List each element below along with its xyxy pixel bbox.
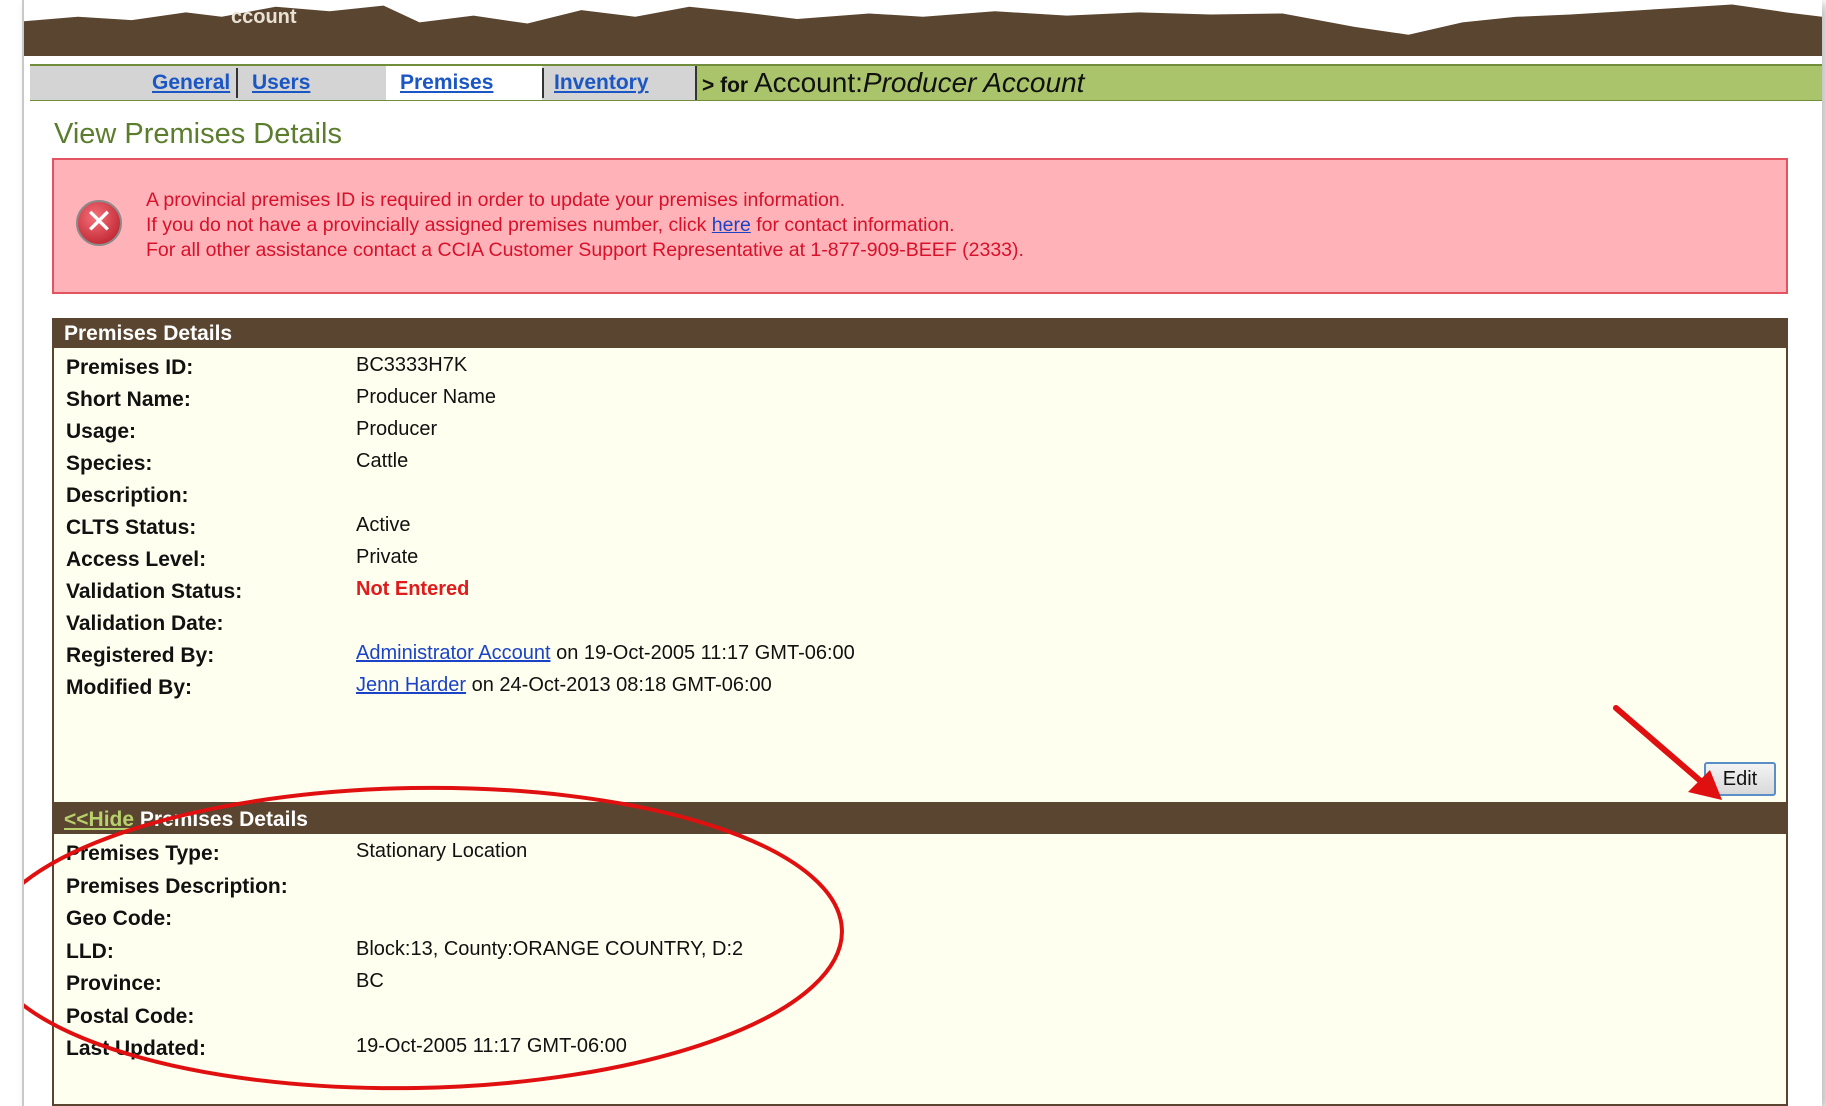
user-link[interactable]: Administrator Account [356,642,551,664]
detail-value: Jenn Harder on 24-Oct-2013 08:18 GMT-06:… [356,674,772,697]
detail-label: Validation Date: [66,612,224,635]
context-account-word: Account: [753,67,863,98]
error-message-box: ✕ A provincial premises ID is required i… [52,158,1788,294]
edit-button[interactable]: Edit [1704,762,1776,796]
detail-value: Active [356,514,411,536]
detail-label: Modified By: [66,676,192,699]
page-title: View Premises Details [54,118,342,150]
detail-label: Postal Code: [66,1004,195,1028]
panel-header-title: Premises Details [134,808,308,831]
tab-divider [236,68,238,98]
tab-general[interactable]: General [152,70,230,96]
premises-more-details-panel: <<Hide Premises Details Premises Type: St… [52,804,1788,1106]
premises-details-panel: Premises Details Premises ID: BC3333H7K Sh… [52,318,1788,804]
error-line-2-after: for contact information. [750,214,955,236]
detail-label: Short Name: [66,388,191,411]
detail-value: Producer Name [356,386,497,408]
detail-value: Stationary Location [356,840,528,862]
context-prefix: > for [702,74,749,97]
error-line-2-before: If you do not have a provincially assign… [146,214,712,236]
tab-premises[interactable]: Premises [400,70,493,96]
detail-value: Cattle [356,450,409,472]
detail-label: Access Level: [66,548,207,571]
detail-value-suffix: on 19-Oct-2005 11:17 GMT-06:00 [550,642,855,664]
panel-header: Premises Details [54,320,1786,348]
tab-bar: General Users Premises Inventory > for A… [30,64,1822,101]
detail-value-suffix: on 24-Oct-2013 08:18 GMT-06:00 [466,674,772,696]
detail-label: Validation Status: [66,580,243,603]
tab-inventory[interactable]: Inventory [554,70,649,96]
detail-label: Premises Type: [66,842,220,865]
detail-label: Last Updated: [66,1037,207,1060]
header-account-text: ccount [231,6,297,28]
detail-label: LLD: [66,939,114,963]
detail-label: Usage: [66,420,137,443]
tab-users[interactable]: Users [252,70,310,96]
detail-label: Premises Description: [66,874,288,898]
error-x-icon: ✕ [76,200,122,246]
contact-here-link[interactable]: here [712,214,751,236]
context-account-name: Producer Account [862,67,1085,98]
detail-value: BC [356,970,384,992]
account-context: > for Account:Producer Account [702,67,1085,98]
error-text: A provincial premises ID is required in … [146,188,1024,263]
panel-header: <<Hide Premises Details [54,806,1786,834]
detail-label: CLTS Status: [66,516,197,539]
detail-label: Province: [66,972,162,995]
page-frame: ccount General Users Premises Inventory … [22,0,1822,1106]
detail-value: BC3333H7K [356,354,468,376]
detail-value: Administrator Account on 19-Oct-2005 11:… [356,642,855,665]
hide-details-link[interactable]: <<Hide [64,808,134,831]
tab-divider [542,68,544,98]
detail-value: Private [356,546,419,568]
error-line-2: If you do not have a provincially assign… [146,213,1024,238]
user-link[interactable]: Jenn Harder [356,674,466,696]
detail-label: Premises ID: [66,356,194,379]
detail-label: Registered By: [66,644,215,667]
detail-value: Not Entered [356,578,470,600]
error-line-1: A provincial premises ID is required in … [146,189,846,211]
error-line-3: For all other assistance contact a CCIA … [146,239,1024,261]
detail-value: 19-Oct-2005 11:17 GMT-06:00 [356,1035,627,1057]
detail-value: Block:13, County:ORANGE COUNTRY, D:2 [356,937,744,960]
detail-label: Species: [66,452,153,475]
detail-label: Geo Code: [66,907,173,930]
detail-label: Description: [66,484,189,507]
detail-value: Producer [356,418,438,440]
